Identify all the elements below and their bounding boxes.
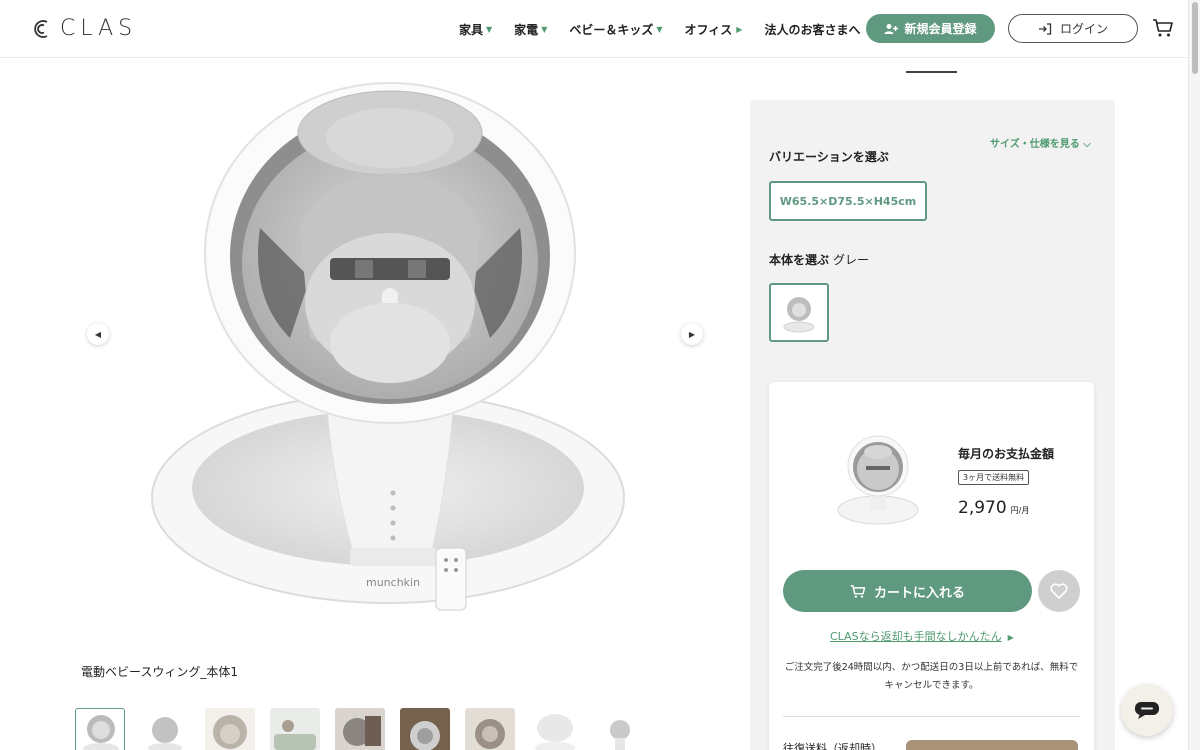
nav-item-office[interactable]: オフィス ▶	[685, 21, 743, 38]
size-spec-link[interactable]: サイズ・仕様を見る ⌵	[990, 135, 1091, 150]
body-label-text: 本体を選ぶ	[769, 253, 830, 267]
chat-button[interactable]	[1121, 684, 1173, 736]
nav-label: オフィス	[684, 22, 733, 37]
thumbnail[interactable]	[75, 708, 125, 750]
shipping-fee-badge	[906, 740, 1078, 750]
nav-item-furniture[interactable]: 家具 ▼	[459, 21, 492, 38]
price-unit: 円/月	[1010, 506, 1030, 515]
color-swatch-thumbnail	[783, 296, 815, 332]
caret-right-icon: ▶	[736, 24, 743, 34]
chevron-down-icon: ⌵	[1083, 139, 1091, 150]
scrollbar[interactable]	[1188, 0, 1200, 750]
login-label: ログイン	[1059, 22, 1108, 36]
variation-option[interactable]: W65.5×D75.5×H45cm	[769, 181, 927, 221]
thumbnail[interactable]	[335, 708, 385, 750]
image-caption: 電動ベビースウィング_本体1	[81, 665, 239, 679]
nav-item-baby-kids[interactable]: ベビー＆キッズ ▼	[569, 21, 662, 38]
login-button[interactable]: ログイン	[1008, 14, 1138, 43]
divider	[783, 716, 1080, 717]
caret-down-icon: ▼	[486, 24, 493, 34]
product-main-image: munchkin	[151, 82, 625, 611]
add-to-cart-label: カートに入れる	[873, 585, 965, 601]
add-user-icon	[884, 23, 899, 34]
register-button[interactable]: 新規会員登録	[866, 14, 995, 43]
site-header: CLAS 家具 ▼ 家電 ▼ ベビー＆キッズ ▼ オフィス ▶ 法人のお客さまへ…	[0, 0, 1188, 58]
nav-label: 家電	[514, 22, 539, 37]
caret-down-icon: ▼	[656, 24, 663, 34]
body-label: 本体を選ぶ グレー	[769, 251, 869, 268]
heart-icon	[1050, 583, 1068, 599]
return-info-label: CLASなら返却も手間なしかんたん	[830, 630, 1002, 643]
nav-label: 家具	[459, 22, 484, 37]
variation-label: バリエーションを選ぶ	[769, 150, 889, 164]
nav-label: ベビー＆キッズ	[569, 22, 654, 37]
price-value: 2,970	[958, 498, 1007, 518]
monthly-price: 2,970 円/月	[958, 498, 1029, 518]
register-label: 新規会員登録	[904, 22, 977, 36]
main-nav: 家具 ▼ 家電 ▼ ベビー＆キッズ ▼ オフィス ▶ 法人のお客さまへ	[459, 0, 882, 58]
logo[interactable]: CLAS	[32, 16, 137, 41]
product-thumbnail-image	[837, 435, 919, 525]
thumbnail[interactable]	[400, 708, 450, 750]
add-to-cart-button[interactable]: カートに入れる	[783, 570, 1032, 612]
thumbnail[interactable]	[205, 708, 255, 750]
thumbnail[interactable]	[270, 708, 320, 750]
chat-icon	[1135, 702, 1159, 719]
login-icon	[1038, 22, 1052, 35]
thumbnail[interactable]	[530, 708, 580, 750]
brand-name: CLAS	[60, 16, 138, 41]
scrollbar-thumb[interactable]	[1192, 2, 1198, 74]
chevron-left-icon: ◀	[94, 329, 102, 339]
play-icon: ▶	[1007, 633, 1014, 642]
clas-logo-icon	[34, 19, 48, 38]
caret-down-icon: ▼	[541, 24, 548, 34]
color-option-gray[interactable]	[769, 283, 829, 342]
thumbnail[interactable]	[465, 708, 515, 750]
nav-label: 法人のお客さまへ	[764, 22, 861, 37]
gallery-next-button[interactable]: ▶	[681, 323, 703, 345]
nav-item-business[interactable]: 法人のお客さまへ	[764, 21, 860, 38]
cart-icon	[850, 584, 866, 598]
favorite-button[interactable]	[1038, 570, 1080, 612]
chevron-right-icon: ▶	[688, 329, 696, 339]
thumbnail[interactable]	[140, 708, 190, 750]
thumbnail-strip	[75, 708, 645, 750]
svg-text:munchkin: munchkin	[366, 576, 420, 589]
size-spec-label: サイズ・仕様を見る	[990, 139, 1080, 150]
monthly-payment-label: 毎月のお支払金額	[958, 447, 1055, 461]
thumbnail[interactable]	[595, 708, 645, 750]
cancellation-note: ご注文完了後24時間以内、かつ配送日の3日以上前であれば、無料でキャンセルできま…	[784, 662, 1079, 691]
tab-indicator	[906, 71, 957, 73]
nav-item-appliances[interactable]: 家電 ▼	[514, 21, 547, 38]
return-info-link[interactable]: CLASなら返却も手間なしかんたん ▶	[830, 628, 1014, 644]
cart-icon[interactable]	[1152, 18, 1174, 38]
shipping-fee-label: 往復送料（返却時）	[783, 742, 882, 750]
shipping-badge: 3ヶ月で送料無料	[958, 470, 1030, 485]
gallery-prev-button[interactable]: ◀	[87, 323, 109, 345]
body-selected-value: グレー	[833, 253, 870, 267]
